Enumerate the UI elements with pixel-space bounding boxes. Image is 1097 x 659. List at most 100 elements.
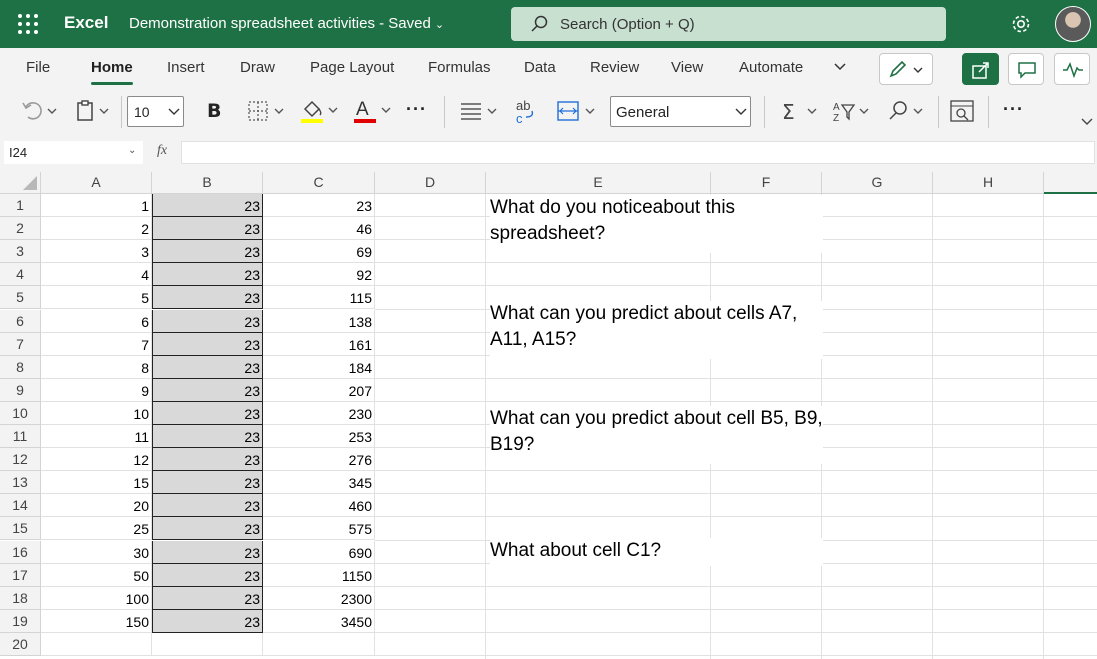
cell-c3[interactable]: 69 xyxy=(263,240,375,264)
cell-c14[interactable]: 460 xyxy=(263,494,375,518)
cell-c19[interactable]: 3450 xyxy=(263,609,375,633)
tab-draw[interactable]: Draw xyxy=(240,59,275,76)
cell-b7[interactable]: 23 xyxy=(152,332,263,356)
cell-b20[interactable] xyxy=(152,632,263,656)
cell-b17[interactable]: 23 xyxy=(152,563,263,587)
autosum-icon[interactable]: Σ xyxy=(780,99,822,123)
cell-a9[interactable]: 9 xyxy=(41,378,152,402)
more-tabs-chevron-icon[interactable] xyxy=(831,58,849,76)
row-header[interactable]: 5 xyxy=(0,286,41,310)
cell-a12[interactable]: 12 xyxy=(41,448,152,472)
cell-a4[interactable]: 4 xyxy=(41,263,152,287)
share-button[interactable] xyxy=(962,53,999,85)
bold-button[interactable]: B xyxy=(207,100,221,122)
tab-page-layout[interactable]: Page Layout xyxy=(310,59,394,76)
cell-b11[interactable]: 23 xyxy=(152,425,263,449)
cell-b18[interactable]: 23 xyxy=(152,586,263,610)
column-header-a[interactable]: A xyxy=(41,172,152,194)
cell-b16[interactable]: 23 xyxy=(152,540,263,564)
cell-a11[interactable]: 11 xyxy=(41,425,152,449)
cell-a5[interactable]: 5 xyxy=(41,286,152,310)
tab-insert[interactable]: Insert xyxy=(167,59,205,76)
cell-c9[interactable]: 207 xyxy=(263,378,375,402)
cell-c15[interactable]: 575 xyxy=(263,517,375,541)
formula-input[interactable] xyxy=(181,141,1095,164)
activity-button[interactable] xyxy=(1054,53,1090,85)
cell-a6[interactable]: 6 xyxy=(41,309,152,333)
name-box[interactable]: I24 ⌄ xyxy=(4,141,143,164)
cell-b3[interactable]: 23 xyxy=(152,240,263,264)
column-header-partial[interactable] xyxy=(1044,172,1097,194)
align-icon[interactable] xyxy=(458,99,500,123)
sort-filter-icon[interactable]: A Z xyxy=(832,99,874,123)
cell-c7[interactable]: 161 xyxy=(263,332,375,356)
fill-color-icon[interactable] xyxy=(299,97,343,125)
wrap-text-icon[interactable]: ab c xyxy=(512,97,540,125)
tab-automate[interactable]: Automate xyxy=(739,59,803,76)
cell-c5[interactable]: 115 xyxy=(263,286,375,310)
column-header-h[interactable]: H xyxy=(933,172,1044,194)
column-header-d[interactable]: D xyxy=(375,172,486,194)
cell-c6[interactable]: 138 xyxy=(263,309,375,333)
cell-b6[interactable]: 23 xyxy=(152,309,263,333)
search-box[interactable]: Search (Option + Q) xyxy=(511,7,946,41)
row-header[interactable]: 3 xyxy=(0,240,41,264)
cell-b15[interactable]: 23 xyxy=(152,517,263,541)
cell-a8[interactable]: 8 xyxy=(41,355,152,379)
row-header[interactable]: 19 xyxy=(0,609,41,633)
tab-review[interactable]: Review xyxy=(590,59,639,76)
row-header[interactable]: 2 xyxy=(0,217,41,241)
cell-a14[interactable]: 20 xyxy=(41,494,152,518)
cell-b4[interactable]: 23 xyxy=(152,263,263,287)
row-header[interactable]: 10 xyxy=(0,401,41,425)
cell-b14[interactable]: 23 xyxy=(152,494,263,518)
row-header[interactable]: 7 xyxy=(0,332,41,356)
cell-a3[interactable]: 3 xyxy=(41,240,152,264)
cell-b12[interactable]: 23 xyxy=(152,448,263,472)
function-icon[interactable]: fx xyxy=(157,143,167,159)
column-header-c[interactable]: C xyxy=(263,172,375,194)
row-header[interactable]: 15 xyxy=(0,517,41,541)
cell-c13[interactable]: 345 xyxy=(263,471,375,495)
cell-c12[interactable]: 276 xyxy=(263,448,375,472)
cell-c2[interactable]: 46 xyxy=(263,217,375,241)
font-color-icon[interactable]: A xyxy=(352,97,394,125)
tab-file[interactable]: File xyxy=(26,59,50,76)
cell-b19[interactable]: 23 xyxy=(152,609,263,633)
cell-c11[interactable]: 253 xyxy=(263,425,375,449)
cell-b10[interactable]: 23 xyxy=(152,401,263,425)
row-header[interactable]: 4 xyxy=(0,263,41,287)
row-header[interactable]: 14 xyxy=(0,494,41,518)
comments-button[interactable] xyxy=(1008,53,1044,85)
row-header[interactable]: 18 xyxy=(0,586,41,610)
row-header[interactable]: 17 xyxy=(0,563,41,587)
cell-b8[interactable]: 23 xyxy=(152,355,263,379)
merge-center-icon[interactable] xyxy=(556,99,600,123)
cell-b2[interactable]: 23 xyxy=(152,217,263,241)
column-header-e[interactable]: E xyxy=(486,172,711,194)
column-header-b[interactable]: B xyxy=(152,172,263,194)
cell-c1[interactable]: 23 xyxy=(263,194,375,218)
cell-a10[interactable]: 10 xyxy=(41,401,152,425)
tab-formulas[interactable]: Formulas xyxy=(428,59,491,76)
column-header-g[interactable]: G xyxy=(822,172,933,194)
cell-a13[interactable]: 15 xyxy=(41,471,152,495)
row-header[interactable]: 12 xyxy=(0,448,41,472)
cell-a15[interactable]: 25 xyxy=(41,517,152,541)
cell-a17[interactable]: 50 xyxy=(41,563,152,587)
row-header[interactable]: 1 xyxy=(0,194,41,218)
paste-icon[interactable] xyxy=(75,99,115,123)
cell-b13[interactable]: 23 xyxy=(152,471,263,495)
editing-mode-button[interactable] xyxy=(879,53,933,85)
cell-a20[interactable] xyxy=(41,632,152,656)
column-header-f[interactable]: F xyxy=(711,172,822,194)
tab-data[interactable]: Data xyxy=(524,59,556,76)
app-launcher-icon[interactable] xyxy=(18,14,38,34)
row-header[interactable]: 6 xyxy=(0,309,41,333)
cell-b1[interactable]: 23 xyxy=(152,194,263,218)
cell-a19[interactable]: 150 xyxy=(41,609,152,633)
app-name[interactable]: Excel xyxy=(64,13,108,33)
cell-a16[interactable]: 30 xyxy=(41,540,152,564)
cell-c17[interactable]: 1150 xyxy=(263,563,375,587)
cell-b5[interactable]: 23 xyxy=(152,286,263,310)
